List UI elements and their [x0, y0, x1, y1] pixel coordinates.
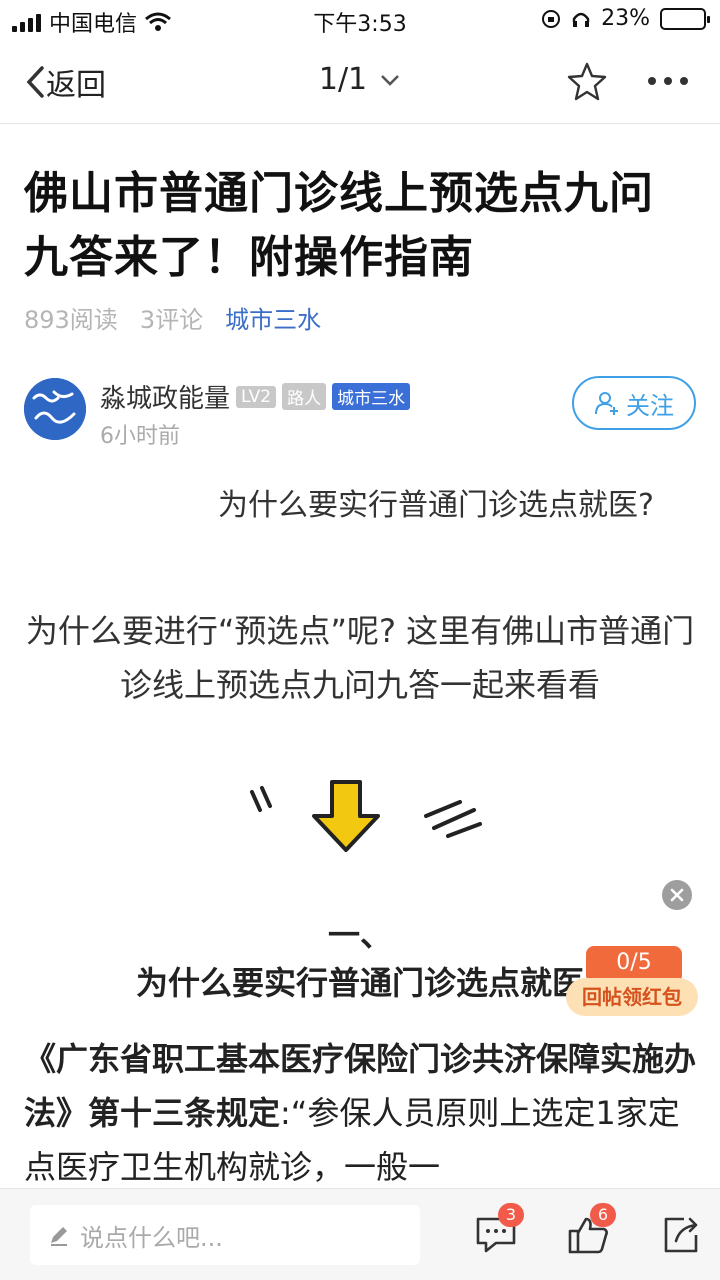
avatar[interactable] [24, 378, 86, 440]
more-options-icon[interactable] [644, 60, 692, 102]
sub-question: 为什么要实行普通门诊选点就医? [218, 488, 654, 523]
avatar-logo [24, 378, 86, 440]
orientation-lock-icon [542, 9, 561, 28]
status-bar: 中国电信 下午3:53 23% [0, 0, 720, 40]
bottom-bar: 说点什么吧... 3 6 [0, 1188, 720, 1280]
status-right: 23% [541, 6, 710, 31]
nav-bar: 返回 1/1 [0, 40, 720, 124]
read-count: 893阅读 [24, 306, 118, 334]
post-time: 6小时前 [100, 424, 180, 449]
battery-percent: 23% [601, 6, 650, 31]
redpacket-count: 0/5 [586, 946, 682, 980]
page-selector[interactable]: 1/1 [0, 62, 720, 97]
down-arrow-illustration [250, 780, 482, 852]
comment-badge: 3 [498, 1203, 524, 1227]
share-icon [664, 1217, 698, 1253]
like-button[interactable]: 6 [566, 1203, 616, 1255]
intro-text: 为什么要进行“预选点”呢? 这里有佛山市普通门诊线上预选点九问九答一起来看看 [25, 612, 695, 704]
comment-count: 3评论 [139, 306, 204, 334]
close-float-button[interactable] [662, 880, 692, 910]
follow-label: 关注 [626, 391, 674, 420]
topic-link[interactable]: 城市三水 [225, 300, 321, 335]
article-meta: 893阅读 3评论 城市三水 [24, 300, 321, 335]
headphones-icon [572, 12, 590, 27]
page-counter-label: 1/1 [318, 62, 368, 97]
favorite-star-icon[interactable] [566, 60, 608, 102]
redpacket-widget[interactable]: 0/5 回帖领红包 [566, 946, 698, 1018]
comments-button[interactable]: 3 [474, 1203, 524, 1255]
level-badge: LV2 [236, 385, 277, 408]
article-paragraph: 《广东省职工基本医疗保险门诊共济保障实施办法》第十三条规定:“参保人员原则上选定… [24, 1032, 696, 1194]
follow-button[interactable]: 关注 [572, 376, 696, 430]
battery-icon [660, 7, 710, 30]
author-row: 淼城政能量 LV2 路人 城市三水 6小时前 关注 [24, 374, 696, 449]
comment-placeholder: 说点什么吧... [80, 1223, 223, 1252]
author-name-line: 淼城政能量 LV2 路人 城市三水 [100, 378, 411, 415]
add-user-icon [595, 392, 618, 415]
topic-badge: 城市三水 [332, 383, 411, 410]
share-button[interactable] [660, 1215, 704, 1255]
article-title: 佛山市普通门诊线上预选点九问九答来了！附操作指南 [24, 168, 654, 283]
close-icon [670, 888, 684, 902]
comment-input[interactable]: 说点什么吧... [30, 1205, 420, 1265]
author-name[interactable]: 淼城政能量 [100, 378, 230, 415]
chevron-down-icon [381, 74, 400, 86]
redpacket-label: 回帖领红包 [566, 978, 698, 1016]
role-badge: 路人 [282, 383, 327, 410]
like-badge: 6 [590, 1203, 616, 1227]
pencil-icon [51, 1227, 67, 1246]
